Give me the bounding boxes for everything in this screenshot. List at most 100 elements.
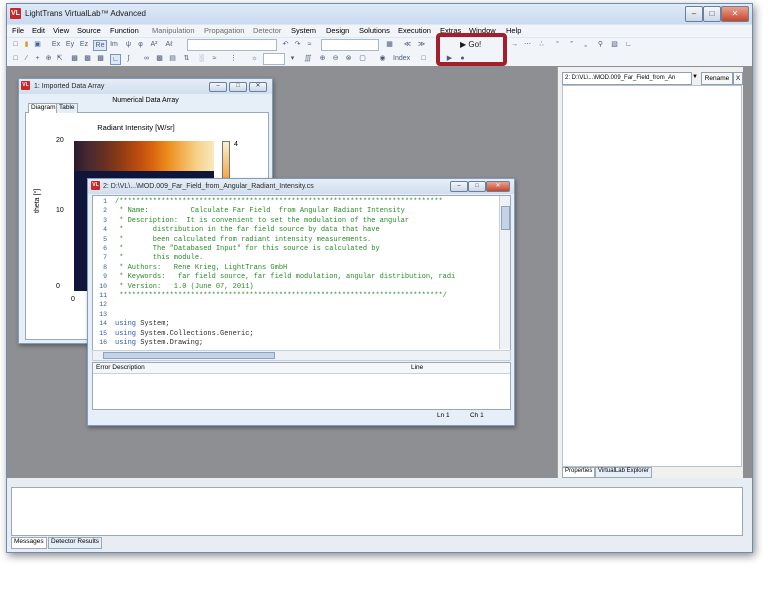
redo-icon[interactable]: ↷ <box>293 40 302 49</box>
menu-solutions[interactable]: Solutions <box>359 26 390 35</box>
code-line[interactable]: /***************************************… <box>115 198 510 206</box>
minimize-button[interactable]: – <box>685 6 703 22</box>
dots2-icon[interactable]: ⋮ <box>229 54 238 63</box>
light-icon[interactable]: ☼ <box>250 54 259 63</box>
code-line[interactable]: ****************************************… <box>115 292 510 300</box>
code-line[interactable]: * Keywords: far field source, far field … <box>115 273 510 281</box>
code-hscroll-thumb[interactable] <box>103 352 275 359</box>
menu-system[interactable]: System <box>291 26 316 35</box>
hh-icon[interactable]: ∭ <box>303 54 313 63</box>
phi-icon[interactable]: φ <box>136 40 145 49</box>
grid-icon[interactable]: ▦ <box>385 40 394 49</box>
panel-close-button[interactable]: X <box>733 72 743 85</box>
save-icon[interactable]: ▣ <box>33 40 42 49</box>
ez-icon[interactable]: Ez <box>78 40 90 49</box>
code-line[interactable]: * been calculated from radiant intensity… <box>115 236 510 244</box>
select-rect-icon[interactable]: □ <box>11 54 20 63</box>
filter2-icon[interactable]: ≫ <box>417 40 426 49</box>
tab-messages[interactable]: Messages <box>11 537 47 549</box>
menu-help[interactable]: Help <box>506 26 521 35</box>
code-line[interactable]: using System.Collections.Generic; <box>115 330 510 338</box>
code-line[interactable]: * distribution in the far field source b… <box>115 226 510 234</box>
amplitude-squared-icon[interactable]: A² <box>149 40 159 49</box>
chart-icon[interactable]: ∟ <box>624 40 633 49</box>
index-spin-icon[interactable]: □ <box>419 54 428 63</box>
rename-button[interactable]: Rename <box>701 72 733 85</box>
quote2-icon[interactable]: ” <box>567 40 576 49</box>
tab-diagram[interactable]: Diagram <box>28 103 59 113</box>
code-line[interactable]: using System; <box>115 320 510 328</box>
view3-icon[interactable]: ▩ <box>96 54 105 63</box>
chevron-down-icon[interactable]: ▼ <box>691 72 699 83</box>
line-icon[interactable]: ∕ <box>22 54 31 63</box>
print-icon[interactable]: ▤ <box>168 54 177 63</box>
code-line[interactable]: * this module. <box>115 254 510 262</box>
zoom-out-icon[interactable]: ⊖ <box>331 54 340 63</box>
ex-icon[interactable]: Ex <box>50 40 62 49</box>
value-input[interactable] <box>263 53 285 65</box>
menu-design[interactable]: Design <box>326 26 349 35</box>
code-line[interactable]: * Name: Calculate Far Field from Angular… <box>115 207 510 215</box>
document-selector[interactable]: 2: D:\VL\...\MOD.009_Far_Field_from_An <box>562 72 692 85</box>
menu-manipulation[interactable]: Manipulation <box>152 26 195 35</box>
code-line[interactable]: using System.Drawing; <box>115 339 510 347</box>
cross-icon[interactable]: + <box>33 54 42 63</box>
quote1-icon[interactable]: “ <box>553 40 562 49</box>
undo-icon[interactable]: ↶ <box>281 40 290 49</box>
tab-virtuallab-explorer[interactable]: VirtualLab Explorer <box>595 467 652 478</box>
tab-detector-results[interactable]: Detector Results <box>48 537 103 549</box>
code-horizontal-scrollbar[interactable] <box>92 350 511 361</box>
data-array-close-button[interactable]: ✕ <box>249 82 267 92</box>
open-icon[interactable]: ▮ <box>22 40 31 49</box>
amplitude-icon[interactable]: Aℓ <box>164 40 174 49</box>
data-array-maximize-button[interactable]: □ <box>229 82 247 92</box>
code-line[interactable]: * Version: 1.0 (June 07, 2011) <box>115 283 510 291</box>
table-icon[interactable]: ▧ <box>610 40 619 49</box>
tab-properties[interactable]: Properties <box>562 467 596 478</box>
system-combo[interactable] <box>321 39 379 51</box>
tab-table[interactable]: Table <box>56 103 78 113</box>
step-icon[interactable]: → <box>510 40 519 49</box>
line-header[interactable]: Line <box>411 364 423 371</box>
code-maximize-button[interactable]: □ <box>468 181 486 192</box>
wave-icon[interactable]: ≈ <box>210 54 219 63</box>
ey-icon[interactable]: Ey <box>64 40 76 49</box>
view-combo[interactable] <box>187 39 277 51</box>
menu-function[interactable]: Function <box>110 26 139 35</box>
code-line[interactable]: * Authors: Rene Krieg, LightTrans GmbH <box>115 264 510 272</box>
maximize-button[interactable]: □ <box>703 6 721 22</box>
view2-icon[interactable]: ▩ <box>83 54 92 63</box>
menu-file[interactable]: File <box>12 26 24 35</box>
code-line[interactable]: * The "Databased Input" for this source … <box>115 245 510 253</box>
im-icon[interactable]: Im <box>108 40 120 49</box>
chart-mode-icon[interactable]: ∟ <box>110 54 121 65</box>
close-button[interactable]: ✕ <box>721 6 749 22</box>
menu-view[interactable]: View <box>53 26 69 35</box>
data-array-minimize-button[interactable]: – <box>209 82 227 92</box>
curve-icon[interactable]: ∫ <box>124 54 133 63</box>
zoom-box-icon[interactable]: ▢ <box>358 54 367 63</box>
menu-execution[interactable]: Execution <box>398 26 431 35</box>
error-description-header[interactable]: Error Description <box>96 364 145 371</box>
zoom-in-icon[interactable]: ⊕ <box>318 54 327 63</box>
pointer-icon[interactable]: ⇱ <box>55 54 64 63</box>
re-icon[interactable]: Re <box>93 40 107 51</box>
code-editor[interactable]: 1 /**************************************… <box>92 195 511 351</box>
menu-propagation[interactable]: Propagation <box>204 26 244 35</box>
dots-icon[interactable]: ⋯ <box>523 40 532 49</box>
code-minimize-button[interactable]: – <box>450 181 468 192</box>
stop-icon[interactable]: ◉ <box>378 54 387 63</box>
code-close-button[interactable]: ✕ <box>486 181 510 192</box>
code-scroll-thumb[interactable] <box>501 206 510 230</box>
quote3-icon[interactable]: „ <box>581 40 590 49</box>
swap-icon[interactable]: ⇅ <box>182 54 191 63</box>
arrows-icon[interactable]: ⊕ <box>44 54 53 63</box>
code-vertical-scrollbar[interactable] <box>499 196 510 349</box>
menu-detector[interactable]: Detector <box>253 26 281 35</box>
code-line[interactable]: * Description: It is convenient to set t… <box>115 217 510 225</box>
colorbar-icon[interactable]: ░ <box>197 54 206 63</box>
camera-icon[interactable]: ▩ <box>155 54 164 63</box>
psi-icon[interactable]: ψ <box>124 40 133 49</box>
spin-icon[interactable]: ▾ <box>288 54 297 63</box>
magnifier-icon[interactable]: ⚲ <box>596 40 605 49</box>
